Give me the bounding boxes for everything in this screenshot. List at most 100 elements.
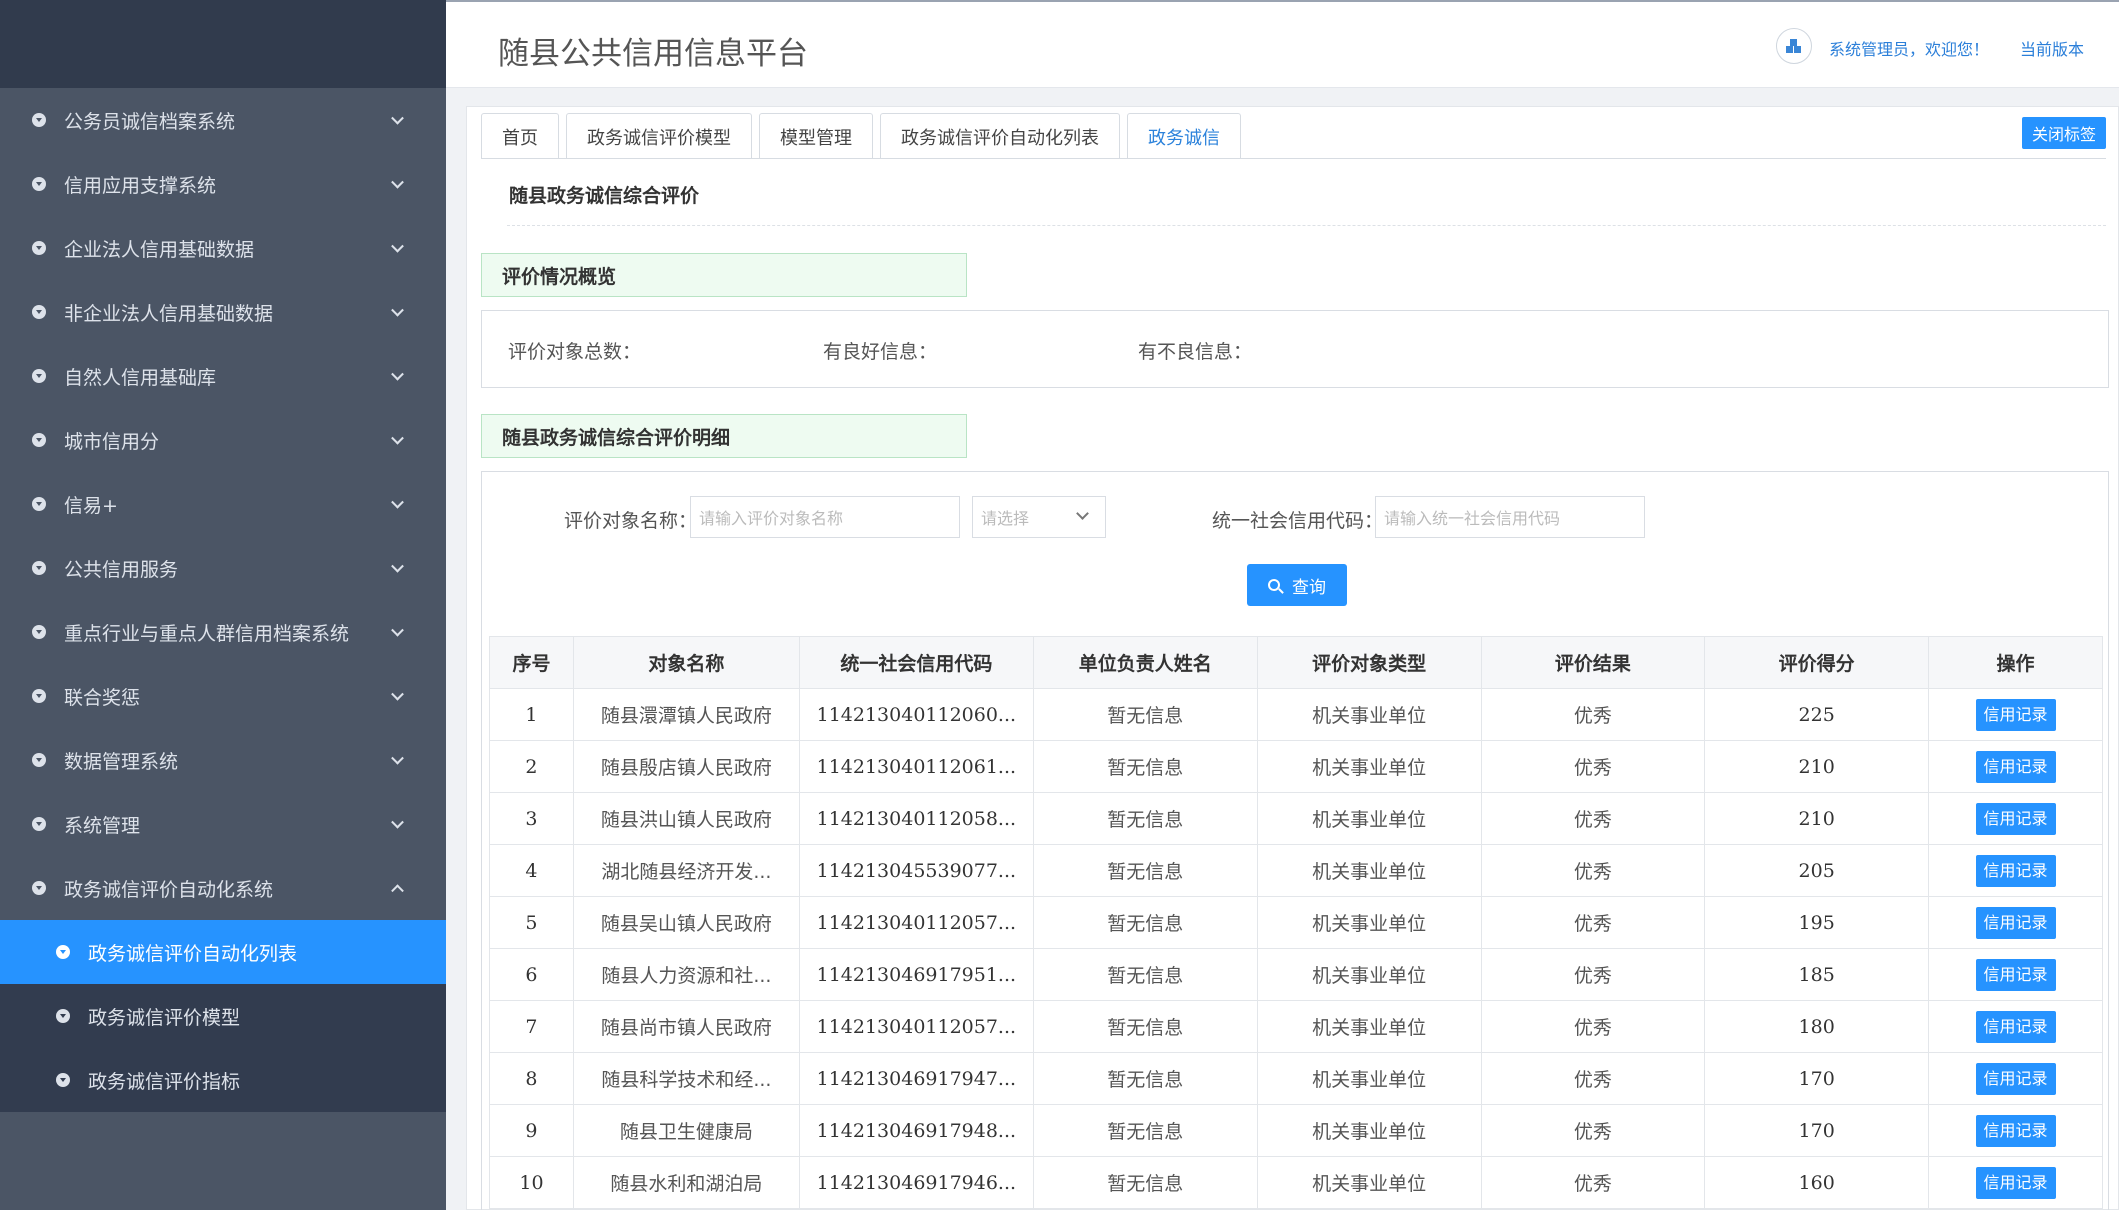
credit-record-button[interactable]: 信用记录: [1975, 906, 2056, 939]
credit-record-button[interactable]: 信用记录: [1975, 1062, 2056, 1095]
table-cell: 随县洪山镇人民政府: [572, 792, 800, 845]
sidebar-subitem[interactable]: 政务诚信评价自动化列表: [0, 920, 446, 984]
table-header-row: 序号 对象名称 统一社会信用代码 单位负责人姓名 评价对象类型 评价结果 评价得分 操作: [489, 636, 2103, 689]
table-cell: 205: [1704, 844, 1930, 897]
credit-record-button[interactable]: 信用记录: [1975, 802, 2056, 835]
table-cell: 随县卫生健康局: [572, 1104, 800, 1157]
action-cell: 信用记录: [1928, 948, 2103, 1001]
sidebar-item-label: 系统管理: [64, 814, 141, 837]
table-row: 3 随县洪山镇人民政府 114213040112058... 暂无信息 机关事业单位 优秀…: [489, 792, 2103, 845]
tab[interactable]: 政务诚信评价自动化列表: [880, 113, 1120, 159]
table-row: 8 随县科学技术和经... 114213046917947... 暂无信息 机关事业单位…: [489, 1052, 2103, 1105]
bad-info-label: 有不良信息：: [1138, 341, 1253, 363]
circle-arrow-icon: [32, 753, 46, 767]
action-cell: 信用记录: [1928, 1000, 2103, 1053]
sidebar-subitem-label: 政务诚信评价模型: [88, 1006, 241, 1029]
table-cell: 暂无信息: [1032, 844, 1258, 897]
tab[interactable]: 模型管理: [759, 113, 873, 159]
table-cell: 暂无信息: [1032, 1104, 1258, 1157]
sidebar-item-label: 数据管理系统: [64, 750, 179, 773]
sidebar-item[interactable]: 城市信用分: [0, 408, 446, 472]
circle-arrow-icon: [32, 881, 46, 895]
close-tags-button[interactable]: 关闭标签: [2021, 117, 2106, 149]
current-version-link[interactable]: 当前版本: [2020, 36, 2084, 60]
circle-arrow-icon: [32, 689, 46, 703]
chevron-down-icon: [391, 495, 404, 509]
table-cell: 195: [1704, 896, 1930, 949]
table-cell: 114213046917946...: [798, 1156, 1034, 1209]
tab-bar: 首页 政务诚信评价模型 模型管理 政务诚信评价自动化列表 政务诚信: [481, 113, 1248, 159]
table-cell: 160: [1704, 1156, 1930, 1209]
user-avatar-icon[interactable]: [1776, 28, 1812, 64]
sidebar-item-label: 信易+: [64, 494, 118, 517]
sidebar-item[interactable]: 联合奖惩: [0, 664, 446, 728]
table-cell: 机关事业单位: [1256, 792, 1482, 845]
table-cell: 114213046917948...: [798, 1104, 1034, 1157]
chevron-down-icon: [391, 687, 404, 701]
sidebar-item[interactable]: 政务诚信评价自动化系统: [0, 856, 446, 920]
credit-record-button[interactable]: 信用记录: [1975, 1114, 2056, 1147]
sidebar-menu: 公务员诚信档案系统 信用应用支撑系统企业法人信用基础数据非企业法人信用基础数据自然…: [0, 88, 446, 1112]
sidebar-item-label: 自然人信用基础库: [64, 366, 217, 389]
welcome-text[interactable]: 系统管理员，欢迎您！: [1829, 36, 1989, 60]
query-button[interactable]: 查询: [1247, 564, 1347, 606]
table-cell: 随县尚市镇人民政府: [572, 1000, 800, 1053]
sidebar-item-label: 企业法人信用基础数据: [64, 238, 255, 261]
table-cell: 8: [489, 1052, 574, 1105]
table-cell: 优秀: [1480, 844, 1706, 897]
table-cell: 210: [1704, 792, 1930, 845]
table-cell: 机关事业单位: [1256, 1000, 1482, 1053]
sidebar-subitem[interactable]: 政务诚信评价模型: [0, 984, 446, 1048]
table-cell: 随县水利和湖泊局: [572, 1156, 800, 1209]
sidebar-item[interactable]: 非企业法人信用基础数据: [0, 280, 446, 344]
chevron-down-icon: [391, 559, 404, 573]
table-cell: 暂无信息: [1032, 896, 1258, 949]
column-header: 评价对象类型: [1256, 636, 1482, 689]
circle-arrow-icon: [56, 1073, 70, 1087]
chevron-down-icon: [391, 175, 404, 189]
type-select[interactable]: 请选择: [972, 496, 1106, 538]
tab[interactable]: 政务诚信评价模型: [566, 113, 752, 159]
tab[interactable]: 首页: [481, 113, 559, 159]
search-icon: [1268, 579, 1280, 591]
table-cell: 3: [489, 792, 574, 845]
sidebar-item[interactable]: 系统管理: [0, 792, 446, 856]
action-cell: 信用记录: [1928, 1156, 2103, 1209]
circle-arrow-icon: [32, 625, 46, 639]
action-cell: 信用记录: [1928, 792, 2103, 845]
table-cell: 优秀: [1480, 792, 1706, 845]
credit-record-button[interactable]: 信用记录: [1975, 750, 2056, 783]
table-cell: 随县殷店镇人民政府: [572, 740, 800, 793]
sidebar-item[interactable]: 自然人信用基础库: [0, 344, 446, 408]
sidebar-subitem-label: 政务诚信评价指标: [88, 1070, 241, 1093]
sidebar-item[interactable]: 公务员诚信档案系统: [0, 88, 446, 152]
sidebar-item[interactable]: 信用应用支撑系统: [0, 152, 446, 216]
name-filter-input[interactable]: 请输入评价对象名称: [690, 496, 960, 538]
sidebar-subitem[interactable]: 政务诚信评价指标: [0, 1048, 446, 1112]
table-cell: 暂无信息: [1032, 688, 1258, 741]
table-cell: 机关事业单位: [1256, 844, 1482, 897]
credit-record-button[interactable]: 信用记录: [1975, 1010, 2056, 1043]
sidebar-item-label: 公共信用服务: [64, 558, 179, 581]
table-cell: 暂无信息: [1032, 1052, 1258, 1105]
code-filter-input[interactable]: 请输入统一社会信用代码: [1375, 496, 1645, 538]
table-cell: 随县人力资源和社...: [572, 948, 800, 1001]
table-cell: 5: [489, 896, 574, 949]
sidebar-item[interactable]: 企业法人信用基础数据: [0, 216, 446, 280]
credit-record-button[interactable]: 信用记录: [1975, 1166, 2056, 1199]
credit-record-button[interactable]: 信用记录: [1975, 854, 2056, 887]
sidebar-item[interactable]: 重点行业与重点人群信用档案系统: [0, 600, 446, 664]
code-filter-label: 统一社会信用代码：: [1212, 510, 1384, 532]
sidebar-item[interactable]: 数据管理系统: [0, 728, 446, 792]
tab[interactable]: 政务诚信: [1127, 113, 1241, 159]
circle-arrow-icon: [56, 1009, 70, 1023]
table-row: 1 随县澴潭镇人民政府 114213040112060... 暂无信息 机关事业单位 优秀…: [489, 688, 2103, 741]
total-count-label: 评价对象总数：: [508, 341, 642, 363]
credit-record-button[interactable]: 信用记录: [1975, 958, 2056, 991]
table-cell: 7: [489, 1000, 574, 1053]
table-cell: 114213045539077...: [798, 844, 1034, 897]
table-cell: 暂无信息: [1032, 740, 1258, 793]
sidebar-item[interactable]: 公共信用服务: [0, 536, 446, 600]
sidebar-item[interactable]: 信易+: [0, 472, 446, 536]
credit-record-button[interactable]: 信用记录: [1975, 698, 2056, 731]
